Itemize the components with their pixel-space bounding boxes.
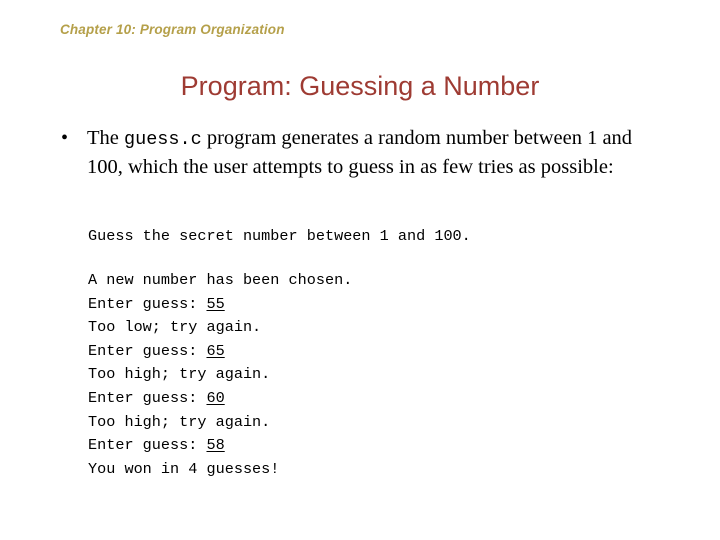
page-title: Program: Guessing a Number [180,71,540,101]
terminal-line: Enter guess: 65 [88,340,352,364]
terminal-line-text: Enter guess: [88,341,207,360]
slide: Chapter 10: Program Organization Program… [0,0,720,540]
terminal-line-text: Too low; try again. [88,318,262,337]
list-item: • The guess.c program generates a random… [53,125,673,181]
terminal-user-input: 60 [206,388,225,407]
terminal-user-input: 65 [206,341,225,360]
terminal-line: Too low; try again. [88,316,352,340]
terminal-user-input: 55 [206,294,225,313]
terminal-line: Enter guess: 58 [88,434,352,458]
program-banner-line: Guess the secret number between 1 and 10… [88,227,471,245]
bullet-list: • The guess.c program generates a random… [53,125,673,181]
terminal-line: Enter guess: 55 [88,293,352,317]
terminal-line-text: Too high; try again. [88,412,271,431]
terminal-line-text: Enter guess: [88,436,207,455]
bullet-item-text: The guess.c program generates a random n… [87,125,673,181]
footer: C PROGRAMMING A Modern Approach SECOND E… [0,495,720,540]
bullet-dot-icon: • [61,127,69,149]
inline-code-filename: guess.c [124,129,202,150]
terminal-user-input: 58 [206,436,225,455]
terminal-line-text: Enter guess: [88,294,207,313]
terminal-line: Enter guess: 60 [88,387,352,411]
terminal-line: Too high; try again. [88,363,352,387]
terminal-line-text: Too high; try again. [88,365,271,384]
bullet-text-part1: The [87,127,124,149]
terminal-line-text: You won in 4 guesses! [88,459,280,478]
chapter-header: Chapter 10: Program Organization [60,22,285,37]
terminal-output: A new number has been chosen. Enter gues… [88,269,352,481]
terminal-line: You won in 4 guesses! [88,458,352,482]
terminal-line-text: Enter guess: [88,388,207,407]
terminal-line: A new number has been chosen. [88,269,352,293]
terminal-line: Too high; try again. [88,411,352,435]
terminal-line-text: A new number has been chosen. [88,271,353,289]
